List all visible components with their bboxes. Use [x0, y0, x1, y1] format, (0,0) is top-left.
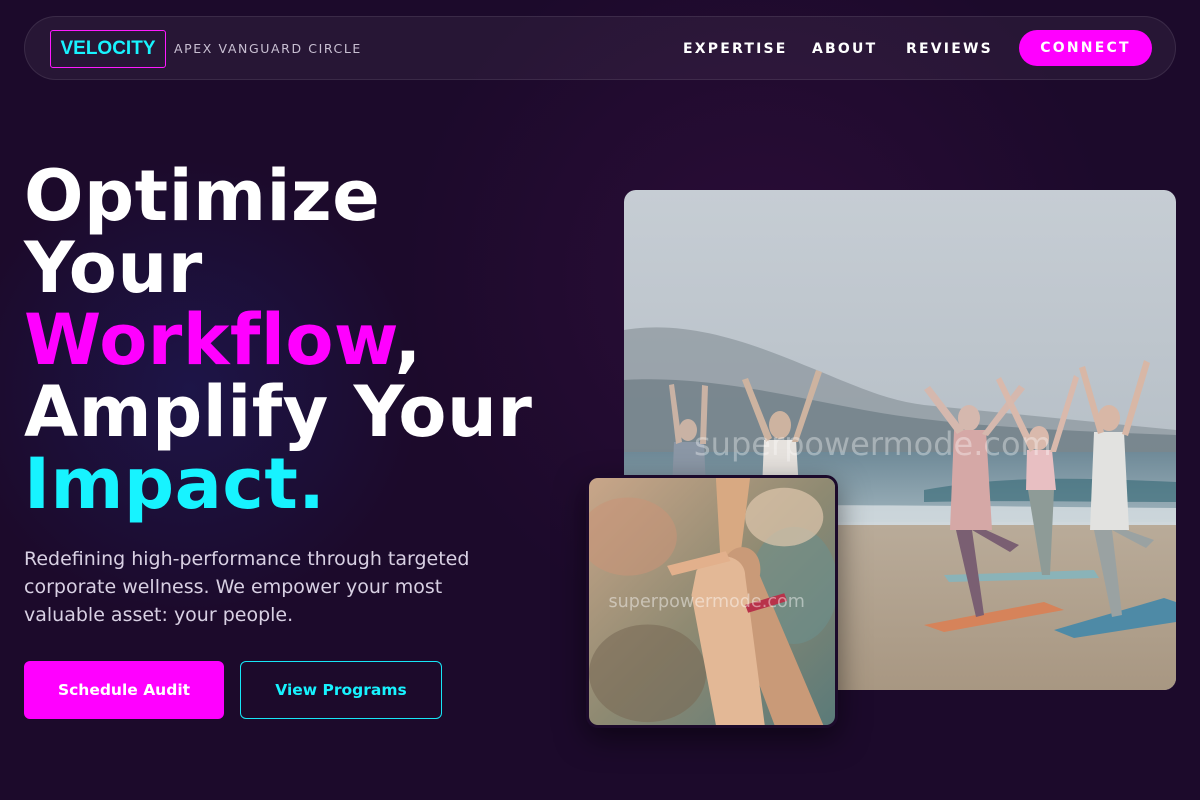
hero-subtitle: Redefining high-performance through targ… — [24, 548, 470, 626]
logo[interactable]: VELOCITY — [50, 30, 166, 68]
headline-line-2: Your — [24, 227, 203, 309]
nav-link-about[interactable]: ABOUT — [812, 40, 877, 58]
schedule-audit-button[interactable]: Schedule Audit — [24, 661, 224, 719]
nav-link-expertise[interactable]: EXPERTISE — [683, 40, 788, 58]
top-navbar: VELOCITY APEX VANGUARD CIRCLE EXPERTISE … — [24, 16, 1176, 80]
high-five-illustration: superpowermode.com — [589, 478, 835, 725]
connect-button[interactable]: CONNECT — [1019, 30, 1152, 66]
headline-line-3: Workflow, — [24, 304, 532, 376]
headline-comma: , — [394, 299, 422, 381]
secondary-photo-watermark: superpowermode.com — [609, 592, 805, 612]
logo-text: VELOCITY — [60, 38, 156, 59]
headline-line-1: Optimize — [24, 155, 381, 237]
headline-highlight-impact: Impact. — [24, 443, 326, 525]
view-programs-button[interactable]: View Programs — [240, 661, 442, 719]
brand-tagline: APEX VANGUARD CIRCLE — [174, 41, 362, 56]
nav-link-reviews[interactable]: REVIEWS — [906, 40, 993, 58]
headline-highlight-workflow: Workflow — [24, 299, 395, 381]
hero-headline: Optimize Your Workflow, Amplify Your Imp… — [24, 160, 532, 520]
headline-line-4: Amplify Your — [24, 371, 533, 453]
high-five-photo: superpowermode.com — [586, 475, 838, 728]
